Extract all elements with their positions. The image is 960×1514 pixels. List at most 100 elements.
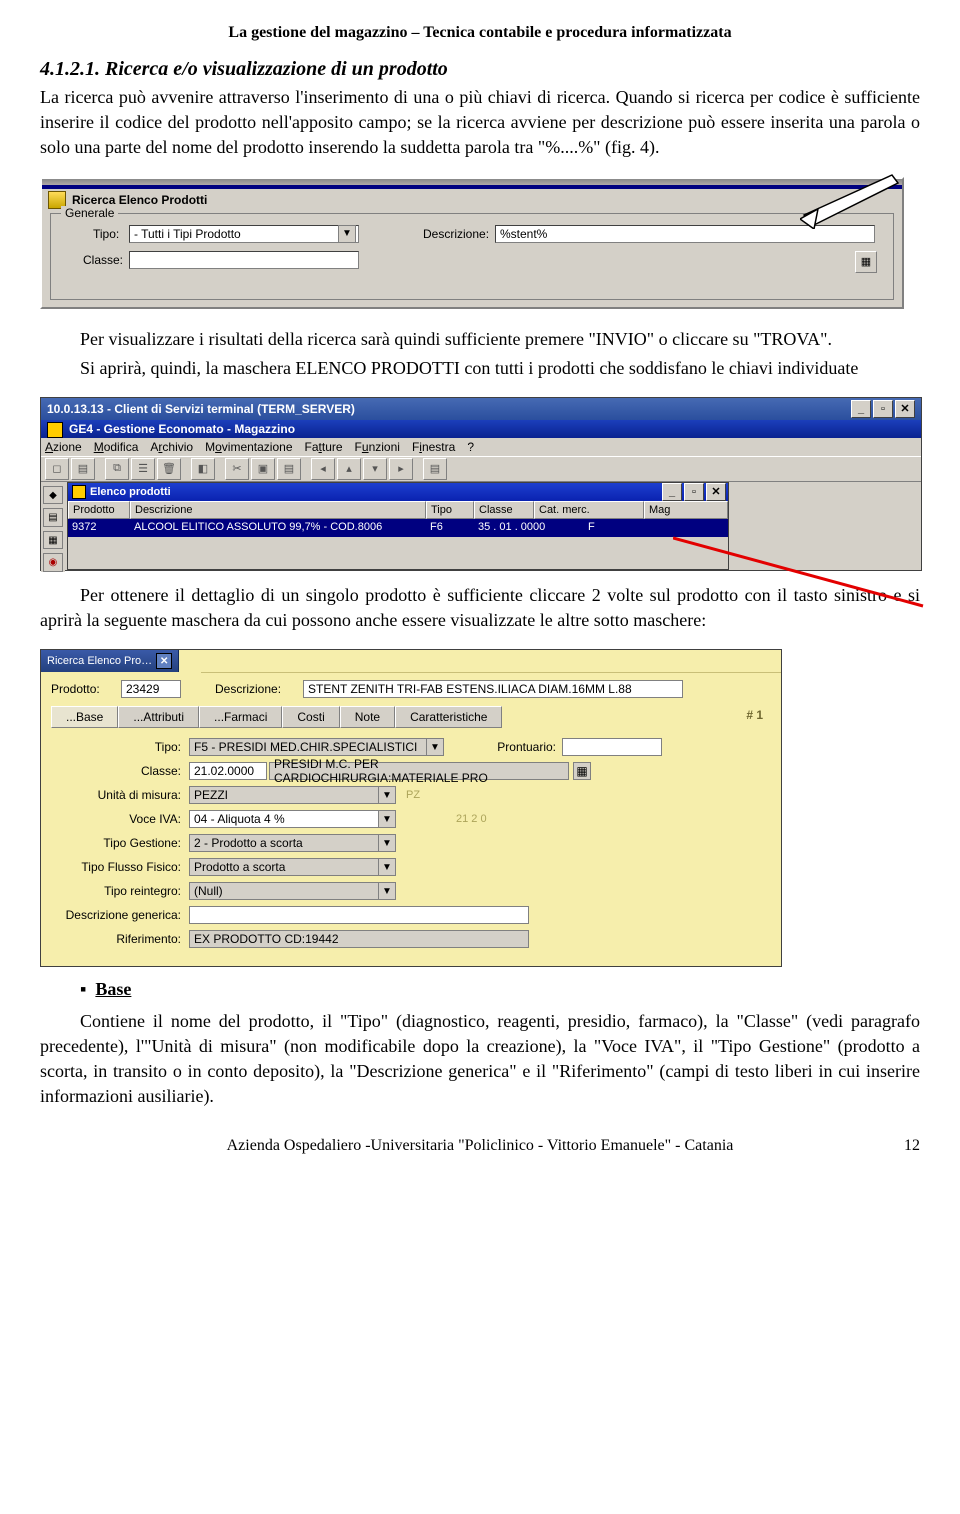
tool-save-icon[interactable]: ◧ (191, 458, 215, 480)
col-mag[interactable]: Mag (644, 501, 728, 519)
chevron-down-icon[interactable]: ▼ (427, 738, 444, 756)
chevron-down-icon[interactable]: ▼ (379, 834, 396, 852)
cell-descrizione: ALCOOL ELITICO ASSOLUTO 99,7% - COD.8006 (130, 519, 426, 537)
paragraph-3: Si aprirà, quindi, la maschera ELENCO PR… (40, 356, 920, 381)
close-button[interactable]: ✕ (895, 400, 915, 418)
grid-icon: ▦ (861, 255, 871, 268)
tabs: ...Base ...Attributi ...Farmaci Costi No… (51, 706, 771, 728)
inner-close-button[interactable]: ✕ (706, 483, 726, 501)
menu-fatture[interactable]: Fatture (305, 440, 343, 454)
side-icon-3[interactable]: ▦ (43, 531, 63, 550)
tool-trash-icon[interactable]: 🗑 (157, 458, 181, 480)
label-flusso: Tipo Flusso Fisico: (51, 860, 189, 874)
col-tipo[interactable]: Tipo (426, 501, 474, 519)
tool-copy-icon[interactable]: ⧉ (105, 458, 129, 480)
inner-minimize-button[interactable]: _ (662, 483, 682, 501)
combo-flusso[interactable]: Prodotto a scorta ▼ (189, 858, 396, 876)
label-um: Unità di misura: (51, 788, 189, 802)
field-prontuario[interactable] (562, 738, 662, 756)
tool-new-icon[interactable]: ◻ (45, 458, 69, 480)
taskbar-chip-close-icon[interactable]: ✕ (156, 653, 172, 669)
field-classe-code[interactable]: 21.02.0000 (189, 762, 267, 780)
combo-tipo-gestione[interactable]: 2 - Prodotto a scorta ▼ (189, 834, 396, 852)
tool-nav-last-icon[interactable]: ▸ (389, 458, 413, 480)
bullet-base: ▪ Base (100, 977, 920, 1002)
menu-archivio[interactable]: Archivio (150, 440, 193, 454)
inner-window-elenco: Elenco prodotti _ ▫ ✕ Prodotto Descrizio… (67, 482, 729, 570)
cell-classe: 35 . 01 . 0000 (474, 519, 584, 537)
side-icon-1[interactable]: ◆ (43, 486, 63, 505)
section-title-text: Ricerca e/o visualizzazione di un prodot… (105, 58, 448, 80)
field-descr-generica[interactable] (189, 906, 529, 924)
tool-nav-next-icon[interactable]: ▾ (363, 458, 387, 480)
combo-reintegro[interactable]: (Null) ▼ (189, 882, 396, 900)
col-prodotto[interactable]: Prodotto (68, 501, 130, 519)
tab-costi[interactable]: Costi (282, 706, 339, 728)
group-generale: Generale Tipo: - Tutti i Tipi Prodotto ▼… (50, 213, 894, 300)
menubar[interactable]: AAzionezione Modifica Archivio Movimenta… (41, 438, 921, 456)
section-number: 4.1.2.1. (40, 58, 100, 80)
tool-open-icon[interactable]: ▤ (71, 458, 95, 480)
col-descrizione[interactable]: Descrizione (130, 501, 426, 519)
inner-maximize-button[interactable]: ▫ (684, 483, 704, 501)
tool-paste2-icon[interactable]: ▤ (277, 458, 301, 480)
field-prodotto[interactable]: 23429 (121, 680, 181, 698)
taskbar-chip-label: Ricerca Elenco Pro… (47, 655, 152, 667)
col-catmerc[interactable]: Cat. merc. (534, 501, 644, 519)
side-icon-2[interactable]: ▤ (43, 508, 63, 527)
combo-classe[interactable] (129, 251, 359, 269)
chevron-down-icon[interactable]: ▼ (379, 882, 396, 900)
inner-title-text: Elenco prodotti (90, 486, 171, 498)
chevron-down-icon[interactable]: ▼ (379, 810, 396, 828)
um-short: PZ (406, 789, 420, 801)
tool-paste-icon[interactable]: ▣ (251, 458, 275, 480)
tab-base[interactable]: ...Base (51, 706, 118, 728)
tool-print-icon[interactable]: ▤ (423, 458, 447, 480)
callout-arrow (800, 169, 920, 229)
menu-help[interactable]: ? (467, 440, 474, 454)
tool-nav-first-icon[interactable]: ◂ (311, 458, 335, 480)
combo-um[interactable]: PEZZI ▼ (189, 786, 396, 804)
label-descrizione: Descrizione: (423, 227, 489, 241)
page-footer: Azienda Ospedaliero -Universitaria "Poli… (40, 1137, 920, 1155)
grid-header: Prodotto Descrizione Tipo Classe Cat. me… (68, 501, 728, 519)
figure-elenco-prodotti: 10.0.13.13 - Client di Servizi terminal … (40, 397, 922, 571)
label-classe: Classe: (83, 253, 123, 267)
combo-iva[interactable]: 04 - Aliquota 4 % ▼ (189, 810, 396, 828)
tab-farmaci[interactable]: ...Farmaci (199, 706, 282, 728)
tool-cut-icon[interactable]: ✂ (225, 458, 249, 480)
menu-modifica[interactable]: Modifica (94, 440, 139, 454)
chevron-down-icon[interactable]: ▼ (338, 225, 356, 243)
combo-tipo-form-value: F5 - PRESIDI MED.CHIR.SPECIALISTICI (189, 738, 427, 756)
combo-tipo-form[interactable]: F5 - PRESIDI MED.CHIR.SPECIALISTICI ▼ (189, 738, 444, 756)
tab-caratteristiche[interactable]: Caratteristiche (395, 706, 502, 728)
tool-nav-prev-icon[interactable]: ▴ (337, 458, 361, 480)
field-descrizione[interactable]: STENT ZENITH TRI-FAB ESTENS.ILIACA DIAM.… (303, 680, 683, 698)
taskbar-chip[interactable]: Ricerca Elenco Pro… ✕ (41, 650, 179, 672)
side-icon-4[interactable]: ◉ (43, 553, 63, 572)
combo-tipo-value: - Tutti i Tipi Prodotto (134, 227, 241, 241)
group-label-generale: Generale (61, 206, 118, 220)
col-classe[interactable]: Classe (474, 501, 534, 519)
search-window-title: Ricerca Elenco Prodotti (72, 193, 207, 207)
lookup-button[interactable]: ▦ (855, 251, 877, 273)
menu-azione[interactable]: AAzionezione (45, 440, 82, 454)
lookup-classe-button[interactable]: ▦ (573, 762, 591, 780)
chevron-down-icon[interactable]: ▼ (379, 858, 396, 876)
grid-row-selected[interactable]: 9372 ALCOOL ELITICO ASSOLUTO 99,7% - COD… (68, 519, 728, 537)
cell-catmerc: F (584, 519, 644, 537)
chevron-down-icon[interactable]: ▼ (379, 786, 396, 804)
menu-finestra[interactable]: Finestra (412, 440, 455, 454)
combo-flusso-value: Prodotto a scorta (189, 858, 379, 876)
menu-movimentazione[interactable]: Movimentazione (205, 440, 292, 454)
left-toolbar: ◆ ▤ ▦ ◉ (41, 482, 65, 572)
menu-funzioni[interactable]: Funzioni (355, 440, 400, 454)
tab-note[interactable]: Note (340, 706, 395, 728)
maximize-button[interactable]: ▫ (873, 400, 893, 418)
terminal-titlebar: 10.0.13.13 - Client di Servizi terminal … (41, 398, 921, 420)
tool-list-icon[interactable]: ☰ (131, 458, 155, 480)
combo-tipo[interactable]: - Tutti i Tipi Prodotto ▼ (129, 225, 359, 243)
tab-attributi[interactable]: ...Attributi (118, 706, 199, 728)
footer-text: Azienda Ospedaliero -Universitaria "Poli… (227, 1137, 734, 1154)
minimize-button[interactable]: _ (851, 400, 871, 418)
